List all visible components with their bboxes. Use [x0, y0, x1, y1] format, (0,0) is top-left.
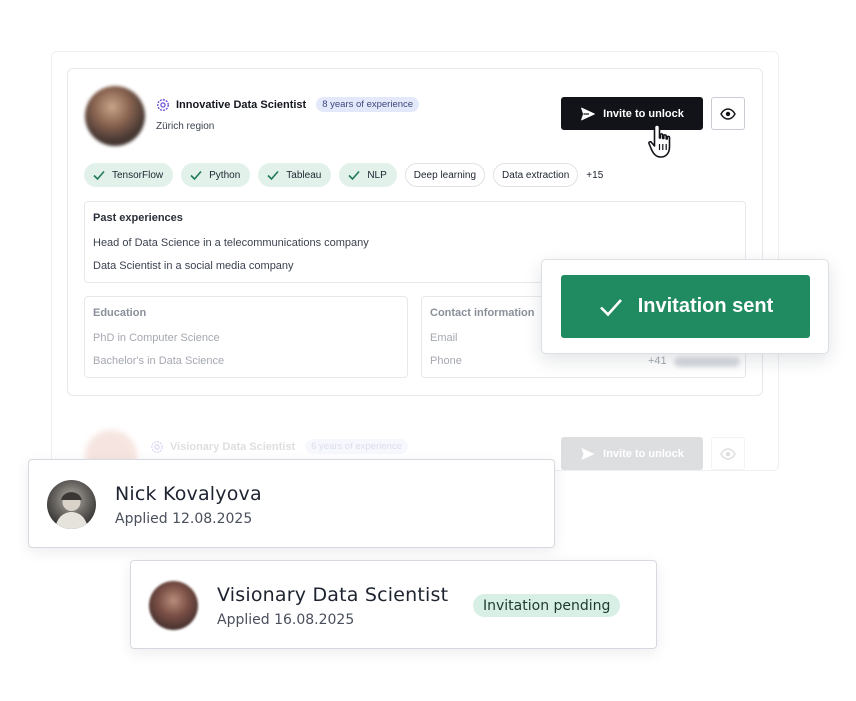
experience-item: Head of Data Science in a telecommunicat… [93, 237, 369, 249]
skill-chip-matched: NLP [339, 163, 397, 187]
skill-label: NLP [367, 169, 387, 181]
ai-gear-icon [157, 98, 169, 111]
applicant-card[interactable]: Visionary Data Scientist Applied 16.08.2… [130, 560, 657, 649]
skill-chip: Deep learning [404, 163, 486, 187]
applicant-name: Nick Kovalyova [115, 483, 262, 505]
invitation-sent-toast: Invitation sent [541, 259, 829, 354]
preview-button[interactable] [711, 437, 745, 470]
education-item: PhD in Computer Science [93, 332, 220, 344]
check-icon [348, 170, 360, 181]
avatar-photo [55, 492, 88, 529]
applicant-name: Visionary Data Scientist [217, 584, 449, 606]
eye-icon [720, 447, 736, 460]
check-icon [93, 170, 105, 181]
role-title: Visionary Data Scientist [170, 440, 296, 453]
eye-icon [720, 107, 736, 120]
skill-label: Deep learning [413, 169, 477, 181]
preview-button[interactable] [711, 97, 745, 130]
role-header: Visionary Data Scientist 6 years of expe… [150, 439, 408, 454]
invite-button-label: Invite to unlock [603, 107, 684, 120]
skill-chip-matched: Python [181, 163, 251, 187]
check-icon [599, 298, 622, 316]
status-badge: Invitation pending [473, 594, 621, 617]
skill-label: TensorFlow [112, 169, 164, 181]
check-icon [190, 170, 202, 181]
applied-date: Applied 12.08.2025 [115, 511, 253, 527]
phone-label: Phone [430, 355, 462, 367]
role-title: Innovative Data Scientist [176, 98, 307, 111]
education-section: Education PhD in Computer Science Bachel… [84, 296, 408, 378]
experience-item: Data Scientist in a social media company [93, 260, 294, 272]
skill-chip-matched: TensorFlow [84, 163, 174, 187]
hand-cursor-icon [648, 124, 671, 158]
send-icon [581, 107, 596, 120]
ai-gear-icon [151, 440, 163, 453]
toast-banner: Invitation sent [561, 275, 810, 338]
invite-button-label: Invite to unlock [603, 447, 684, 460]
skill-label: Data extraction [502, 169, 570, 181]
experience-badge: 6 years of experience [305, 439, 408, 454]
skill-label: Tableau [286, 169, 322, 181]
toast-message: Invitation sent [637, 295, 774, 317]
candidate-region: Zürich region [156, 121, 215, 132]
candidate-avatar-blurred [85, 86, 145, 146]
invite-to-unlock-button[interactable]: Invite to unlock [561, 97, 703, 130]
section-title: Education [93, 307, 147, 319]
phone-number-blurred [674, 357, 740, 367]
invite-to-unlock-button[interactable]: Invite to unlock [561, 437, 703, 470]
phone-prefix: +41 [648, 355, 667, 367]
avatar [47, 480, 96, 529]
skill-chip: Data extraction [493, 163, 579, 187]
check-icon [267, 170, 279, 181]
email-label: Email [430, 332, 458, 344]
section-title: Contact information [430, 307, 535, 319]
section-title: Past experiences [93, 212, 183, 224]
avatar [149, 581, 198, 630]
skill-label: Python [209, 169, 241, 181]
applicant-card[interactable]: Nick Kovalyova Applied 12.08.2025 [28, 459, 555, 548]
more-skills-count[interactable]: +15 [586, 170, 603, 181]
experience-badge: 8 years of experience [316, 97, 420, 112]
education-item: Bachelor's in Data Science [93, 355, 225, 367]
skills-row: TensorFlow Python Tableau NLP Deep learn… [84, 163, 603, 187]
applied-date: Applied 16.08.2025 [217, 612, 355, 628]
send-icon [581, 447, 595, 460]
role-header: Innovative Data Scientist 8 years of exp… [156, 97, 420, 112]
skill-chip-matched: Tableau [258, 163, 332, 187]
